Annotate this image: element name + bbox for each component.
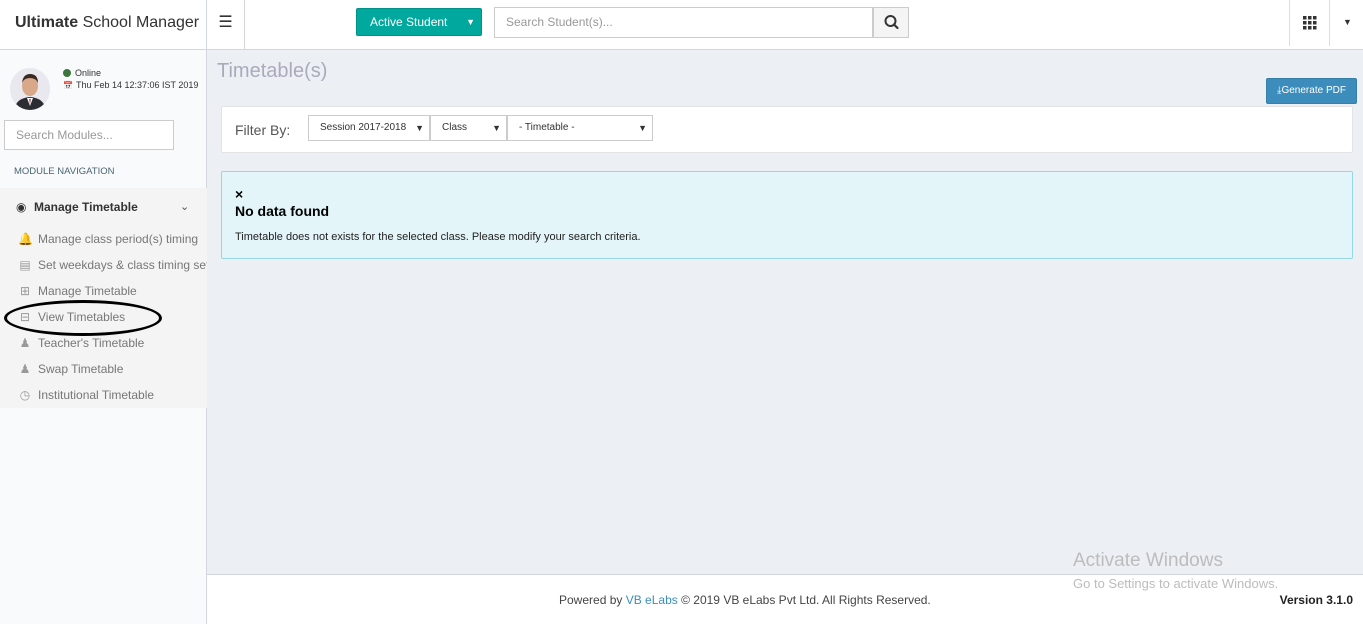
calendar-plus-icon: ⊞	[19, 284, 31, 298]
search-icon	[884, 15, 899, 30]
active-student-label: Active Student	[370, 15, 448, 29]
company-link[interactable]: VB eLabs	[626, 593, 678, 607]
chevron-down-icon[interactable]: ⌄	[180, 200, 189, 213]
version-label: Version 3.1.0	[1279, 593, 1353, 607]
datetime-text: Thu Feb 14 12:37:06 IST 2019	[75, 80, 199, 90]
timetable-select[interactable]: - Timetable - ▼	[507, 115, 653, 141]
bell-icon: 🔔	[18, 232, 33, 246]
caret-down-icon: ▼	[415, 123, 424, 133]
calendar-icon: 📅	[63, 81, 73, 90]
module-manage-timetable: ◉ Manage Timetable ⌄ 🔔 Manage class period…	[0, 188, 207, 408]
brand-bold: Ultimate	[15, 14, 79, 31]
dashboard-icon: ◉	[16, 200, 27, 214]
module-title-label: Manage Timetable	[34, 200, 138, 214]
highlight-annotation	[4, 300, 162, 336]
sidebar-item-label: Manage class period(s) timing	[38, 232, 199, 246]
status-text: Online	[75, 68, 102, 78]
sidebar-item-swap-timetable[interactable]: ♟ Swap Timetable	[18, 362, 207, 376]
class-select-value: Class	[442, 122, 468, 133]
module-navigation-header: MODULE NAVIGATION	[14, 166, 115, 177]
grid-icon	[1303, 16, 1317, 30]
powered-by-text: Powered by	[559, 593, 623, 607]
top-navbar: Ultimate School Manager ☰ Active Student…	[0, 0, 1363, 50]
caret-down-icon: ▼	[492, 123, 501, 133]
sidebar-item-label: Manage Timetable	[38, 284, 137, 298]
generate-pdf-label: Generate PDF	[1281, 85, 1346, 96]
sidebar: Online 📅 Thu Feb 14 12:37:06 IST 2019 Sea…	[0, 50, 207, 624]
page-title: Timetable(s)	[217, 60, 328, 82]
search-button[interactable]	[873, 7, 909, 38]
sidebar-item-teachers-timetable[interactable]: ♟ Teacher's Timetable	[18, 336, 207, 350]
user-icon: ♟	[19, 336, 31, 350]
online-status: Online	[63, 68, 101, 78]
activation-watermark-subtitle: Go to Settings to activate Windows.	[1073, 576, 1279, 591]
current-datetime: 📅 Thu Feb 14 12:37:06 IST 2019	[63, 80, 198, 90]
sidebar-item-class-period-timing[interactable]: 🔔 Manage class period(s) timing	[18, 232, 207, 246]
active-student-button[interactable]: Active Student ▼	[356, 8, 482, 36]
sidebar-item-label: Teacher's Timetable	[38, 336, 145, 350]
caret-down-icon: ▼	[1343, 17, 1352, 27]
close-icon[interactable]: ×	[235, 186, 243, 202]
class-select[interactable]: Class ▼	[430, 115, 507, 141]
session-select-value: Session 2017-2018	[320, 122, 407, 133]
clock-icon: ◷	[19, 388, 31, 402]
generate-pdf-button[interactable]: ⤓Generate PDF	[1266, 78, 1357, 104]
menu-toggle-icon[interactable]: ☰	[207, 0, 245, 50]
no-data-alert: × No data found Timetable does not exist…	[221, 171, 1353, 259]
user-icon: ♟	[19, 362, 31, 376]
avatar	[10, 68, 50, 110]
filter-panel: Filter By: Session 2017-2018 ▼ Class ▼ -…	[221, 106, 1353, 153]
app-brand[interactable]: Ultimate School Manager	[0, 0, 207, 50]
sidebar-item-weekdays-timing-sets[interactable]: ▤ Set weekdays & class timing sets	[18, 258, 207, 272]
calendar-icon: ▤	[19, 258, 31, 272]
sidebar-item-manage-timetable[interactable]: ⊞ Manage Timetable	[18, 284, 207, 298]
apps-grid-button[interactable]	[1289, 0, 1330, 46]
session-select[interactable]: Session 2017-2018 ▼	[308, 115, 430, 141]
sidebar-item-institutional-timetable[interactable]: ◷ Institutional Timetable	[18, 388, 207, 402]
filter-label: Filter By:	[235, 122, 291, 138]
sidebar-item-label: Swap Timetable	[38, 362, 124, 376]
user-dropdown-button[interactable]: ▼	[1330, 0, 1363, 46]
status-dot-icon	[63, 69, 71, 77]
activation-watermark-title: Activate Windows	[1073, 550, 1223, 571]
alert-message: Timetable does not exists for the select…	[235, 231, 641, 243]
module-title[interactable]: ◉ Manage Timetable	[16, 200, 138, 214]
sidebar-item-label: Set weekdays & class timing sets	[38, 258, 207, 272]
alert-title: No data found	[235, 203, 330, 219]
timetable-select-value: - Timetable -	[519, 122, 575, 133]
brand-rest: School Manager	[82, 14, 200, 31]
search-modules-input[interactable]: Search Modules...	[4, 120, 174, 150]
footer-text: Powered by VB eLabs © 2019 VB eLabs Pvt …	[559, 593, 931, 607]
caret-down-icon: ▼	[638, 123, 647, 133]
search-student-input[interactable]: Search Student(s)...	[494, 7, 873, 38]
copyright-text: © 2019 VB eLabs Pvt Ltd. All Rights Rese…	[681, 593, 931, 607]
caret-down-icon: ▼	[466, 17, 475, 27]
sidebar-item-label: Institutional Timetable	[38, 388, 155, 402]
